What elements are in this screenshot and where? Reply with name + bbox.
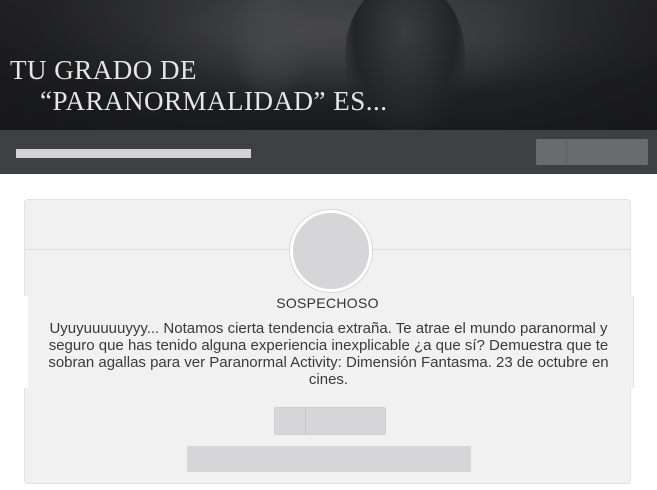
result-avatar (290, 210, 372, 292)
button-divider (305, 408, 306, 434)
quiz-result-page: TU GRADO DE “PARANORMALIDAD” ES... SOSPE… (0, 0, 657, 490)
share-result-button[interactable] (274, 407, 386, 435)
toolbar-action-button[interactable] (536, 139, 648, 165)
toolbar (0, 130, 657, 174)
banner-title: TU GRADO DE “PARANORMALIDAD” ES... (10, 55, 388, 117)
retry-quiz-button[interactable] (187, 446, 471, 472)
button-divider (566, 139, 567, 165)
result-description: Uyuyuuuuuyyy... Notamos cierta tendencia… (48, 320, 609, 388)
banner-title-line2: “PARANORMALIDAD” ES... (40, 86, 388, 116)
toolbar-text-placeholder (16, 149, 251, 158)
result-title: SOSPECHOSO (276, 295, 379, 311)
header-banner: TU GRADO DE “PARANORMALIDAD” ES... (0, 0, 657, 130)
result-card: SOSPECHOSO Uyuyuuuuuyyy... Notamos ciert… (24, 199, 634, 484)
banner-title-line1: TU GRADO DE (10, 55, 197, 85)
